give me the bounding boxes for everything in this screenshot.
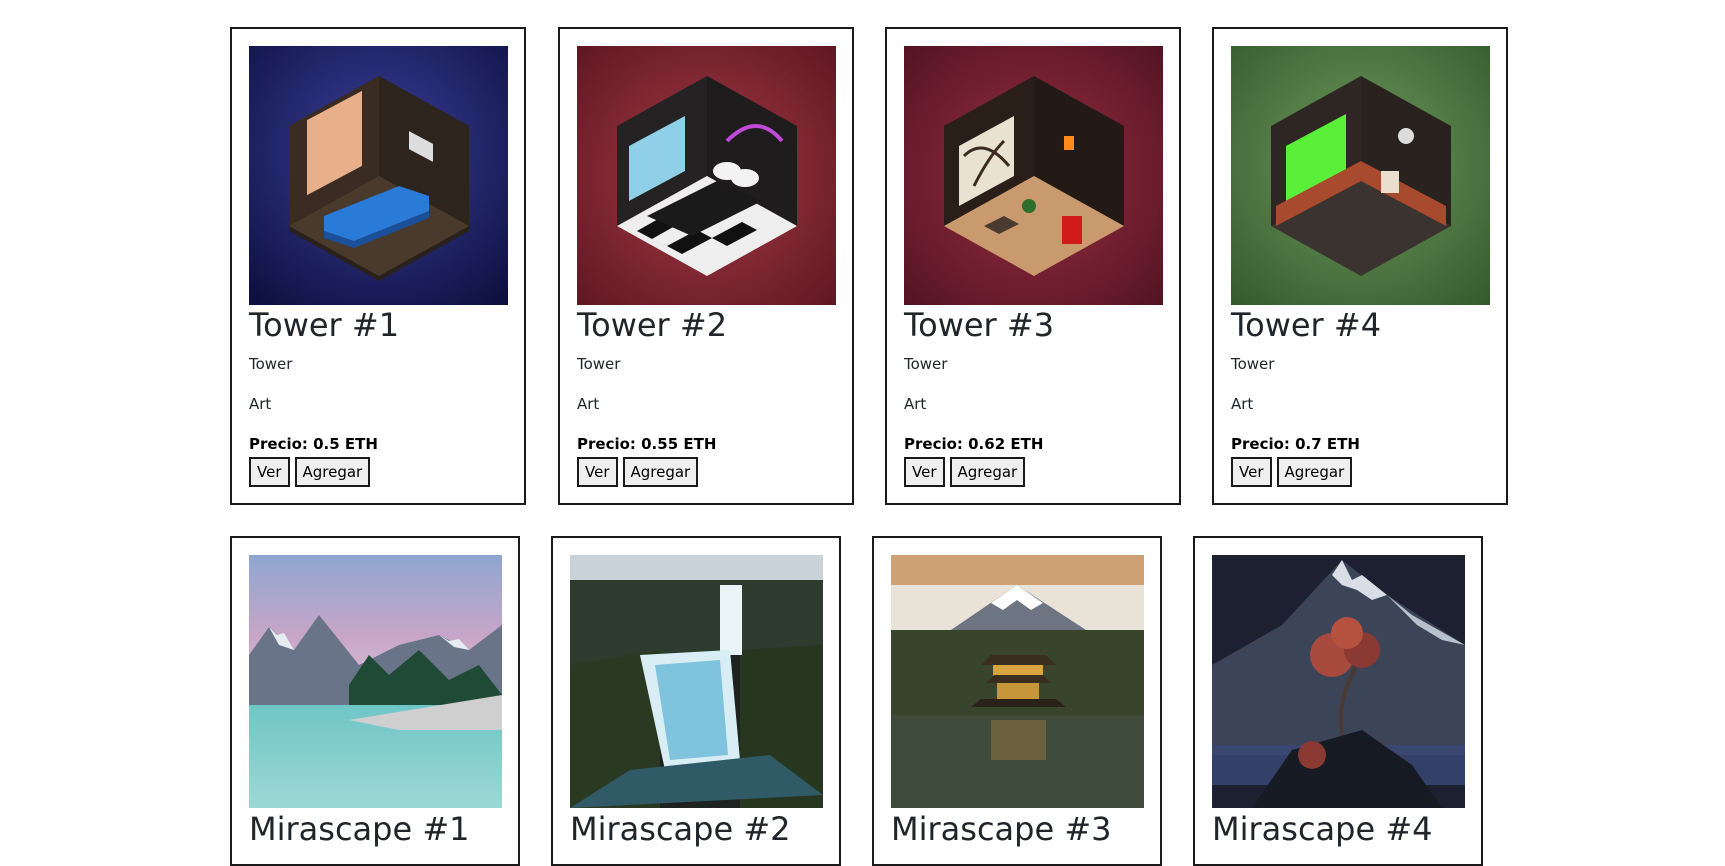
nft-category: Art bbox=[577, 395, 600, 413]
nft-image bbox=[249, 555, 502, 808]
view-button[interactable]: Ver bbox=[904, 457, 945, 487]
add-to-cart-button[interactable]: Agregar bbox=[622, 457, 699, 487]
nft-image bbox=[1231, 46, 1490, 305]
nft-card: Mirascape #3 bbox=[872, 536, 1162, 866]
nft-title: Tower #4 bbox=[1231, 306, 1382, 344]
nft-price: Precio: 0.7 ETH bbox=[1231, 435, 1360, 453]
nft-title: Mirascape #2 bbox=[570, 810, 791, 848]
nft-image bbox=[891, 555, 1144, 808]
nft-title: Tower #2 bbox=[577, 306, 728, 344]
nft-card: Mirascape #2 bbox=[551, 536, 841, 866]
nft-category: Art bbox=[249, 395, 272, 413]
card-actions: Ver Agregar bbox=[904, 457, 1026, 487]
nft-card: Tower #2 Tower Art Precio: 0.55 ETH Ver … bbox=[558, 27, 854, 505]
nft-image bbox=[570, 555, 823, 808]
nft-title: Mirascape #3 bbox=[891, 810, 1112, 848]
nft-price: Precio: 0.5 ETH bbox=[249, 435, 378, 453]
nft-image bbox=[1212, 555, 1465, 808]
nft-card: Mirascape #4 bbox=[1193, 536, 1483, 866]
nft-card: Tower #4 Tower Art Precio: 0.7 ETH Ver A… bbox=[1212, 27, 1508, 505]
nft-category: Art bbox=[904, 395, 927, 413]
nft-image bbox=[249, 46, 508, 305]
add-to-cart-button[interactable]: Agregar bbox=[1276, 457, 1353, 487]
nft-price: Precio: 0.55 ETH bbox=[577, 435, 717, 453]
nft-collection: Tower bbox=[904, 355, 948, 373]
nft-collection: Tower bbox=[249, 355, 293, 373]
card-actions: Ver Agregar bbox=[249, 457, 371, 487]
view-button[interactable]: Ver bbox=[1231, 457, 1272, 487]
view-button[interactable]: Ver bbox=[577, 457, 618, 487]
view-button[interactable]: Ver bbox=[249, 457, 290, 487]
nft-image bbox=[904, 46, 1163, 305]
nft-card: Tower #1 Tower Art Precio: 0.5 ETH Ver A… bbox=[230, 27, 526, 505]
nft-image bbox=[577, 46, 836, 305]
nft-card: Mirascape #1 bbox=[230, 536, 520, 866]
add-to-cart-button[interactable]: Agregar bbox=[949, 457, 1026, 487]
card-actions: Ver Agregar bbox=[1231, 457, 1353, 487]
nft-price: Precio: 0.62 ETH bbox=[904, 435, 1044, 453]
nft-collection: Tower bbox=[1231, 355, 1275, 373]
nft-collection: Tower bbox=[577, 355, 621, 373]
card-actions: Ver Agregar bbox=[577, 457, 699, 487]
nft-category: Art bbox=[1231, 395, 1254, 413]
nft-title: Mirascape #1 bbox=[249, 810, 470, 848]
nft-card: Tower #3 Tower Art Precio: 0.62 ETH Ver … bbox=[885, 27, 1181, 505]
nft-title: Mirascape #4 bbox=[1212, 810, 1433, 848]
nft-title: Tower #1 bbox=[249, 306, 400, 344]
add-to-cart-button[interactable]: Agregar bbox=[294, 457, 371, 487]
nft-title: Tower #3 bbox=[904, 306, 1055, 344]
